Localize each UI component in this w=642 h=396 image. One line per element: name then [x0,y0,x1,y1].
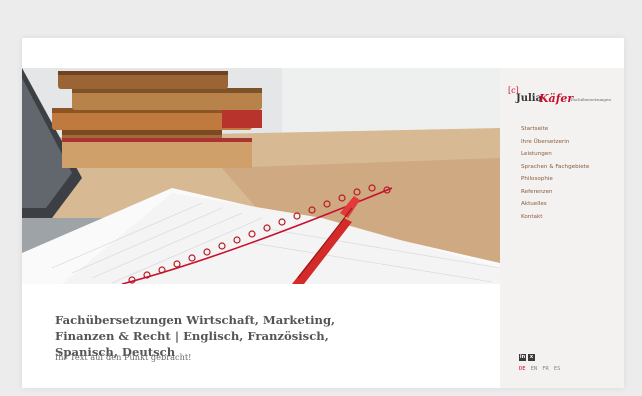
sidebar: [c] Julia Käfer Fachübersetzungen Starts… [500,68,624,388]
lang-es[interactable]: ES [554,366,561,372]
nav-item-uebersetzerin[interactable]: Ihre Übersetzerin [521,136,589,149]
lang-de[interactable]: DE [519,366,526,372]
lang-fr[interactable]: FR [542,366,549,372]
page-subtitle: Ihr Text auf den Punkt gebracht! [55,352,192,362]
nav-item-aktuelles[interactable]: Aktuelles [521,198,589,211]
nav-item-philosophie[interactable]: Philosophie [521,173,589,186]
social-links: in x [519,354,535,361]
nav-item-referenzen[interactable]: Referenzen [521,186,589,199]
language-switcher: DE EN FR ES [519,366,561,372]
lang-en[interactable]: EN [531,366,538,372]
main-nav: Startseite Ihre Übersetzerin Leistungen … [521,123,589,223]
logo[interactable]: [c] Julia Käfer Fachübersetzungen [508,86,620,108]
nav-item-kontakt[interactable]: Kontakt [521,211,589,224]
nav-item-sprachen[interactable]: Sprachen & Fachgebiete [521,161,589,174]
nav-item-startseite[interactable]: Startseite [521,123,589,136]
hero-photo [22,68,500,284]
xing-icon[interactable]: x [528,354,535,361]
nav-item-leistungen[interactable]: Leistungen [521,148,589,161]
hero-image [22,68,500,284]
main-content: Fachübersetzungen Wirtschaft, Marketing,… [22,284,500,388]
page-container: [c] Julia Käfer Fachübersetzungen Starts… [22,38,624,388]
logo-tagline: Fachübersetzungen [571,97,611,102]
logo-last-name: Käfer [539,92,574,105]
linkedin-icon[interactable]: in [519,354,526,361]
